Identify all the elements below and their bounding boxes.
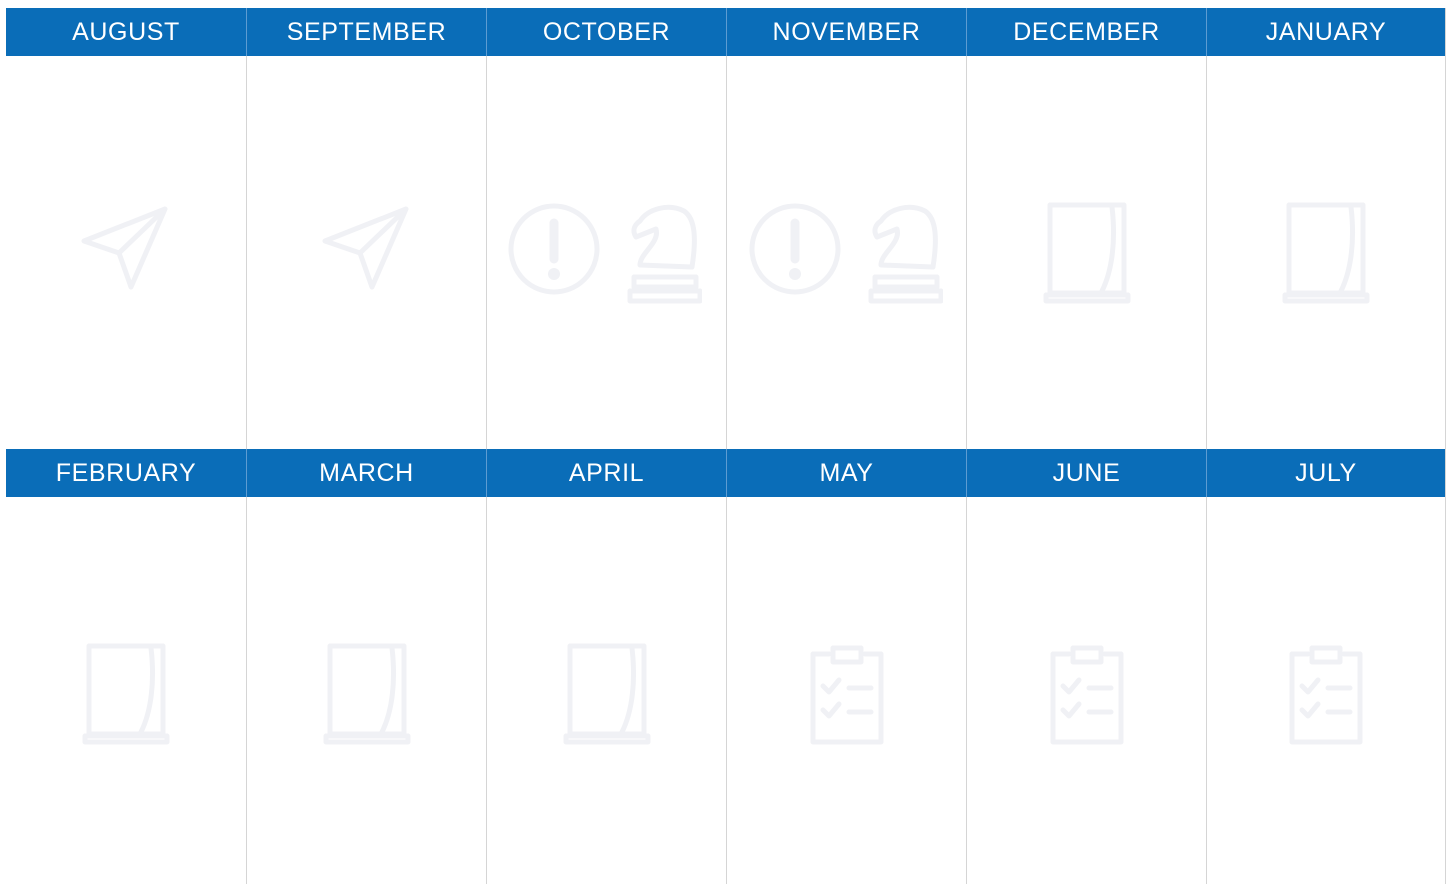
month-body[interactable] xyxy=(247,497,486,884)
calendar-grid: AUGUST SEPTEMBER OCTOBER NOVEMBER DECEMB… xyxy=(6,8,1446,884)
month-cell-may[interactable]: MAY xyxy=(726,449,966,884)
month-header: MARCH xyxy=(246,449,486,497)
curtain-window-icon xyxy=(1281,201,1371,305)
calendar-row-bottom: FEBRUARY MARCH APRIL MAY JUNE JULY xyxy=(6,449,1446,884)
clipboard-checklist-icon xyxy=(807,642,887,746)
month-body[interactable] xyxy=(487,56,726,449)
month-cell-august[interactable]: AUGUST xyxy=(6,8,246,449)
month-body[interactable] xyxy=(967,56,1206,449)
clipboard-checklist-icon xyxy=(1286,642,1366,746)
paper-plane-icon xyxy=(322,201,412,291)
month-cell-october[interactable]: OCTOBER xyxy=(486,8,726,449)
curtain-window-icon xyxy=(322,642,412,746)
month-header: AUGUST xyxy=(6,8,246,56)
month-body[interactable] xyxy=(1207,497,1445,884)
month-cell-july[interactable]: JULY xyxy=(1206,449,1446,884)
curtain-window-icon xyxy=(81,642,171,746)
month-header: JULY xyxy=(1206,449,1445,497)
month-cell-june[interactable]: JUNE xyxy=(966,449,1206,884)
chess-knight-icon xyxy=(867,201,943,305)
exclamation-circle-icon xyxy=(747,201,843,305)
month-body[interactable] xyxy=(967,497,1206,884)
month-cell-december[interactable]: DECEMBER xyxy=(966,8,1206,449)
month-header: JANUARY xyxy=(1206,8,1445,56)
month-body[interactable] xyxy=(6,56,246,449)
month-cell-january[interactable]: JANUARY xyxy=(1206,8,1446,449)
month-cell-april[interactable]: APRIL xyxy=(486,449,726,884)
month-header: NOVEMBER xyxy=(726,8,966,56)
month-header: OCTOBER xyxy=(486,8,726,56)
month-header: MAY xyxy=(726,449,966,497)
month-body[interactable] xyxy=(1207,56,1445,449)
month-body[interactable] xyxy=(487,497,726,884)
month-body[interactable] xyxy=(727,497,966,884)
month-header: SEPTEMBER xyxy=(246,8,486,56)
month-body[interactable] xyxy=(247,56,486,449)
month-cell-november[interactable]: NOVEMBER xyxy=(726,8,966,449)
exclamation-circle-icon xyxy=(506,201,602,305)
month-header: APRIL xyxy=(486,449,726,497)
paper-plane-icon xyxy=(81,201,171,291)
chess-knight-icon xyxy=(626,201,702,305)
month-header: DECEMBER xyxy=(966,8,1206,56)
curtain-window-icon xyxy=(1042,201,1132,305)
month-header: JUNE xyxy=(966,449,1206,497)
curtain-window-icon xyxy=(562,642,652,746)
month-body[interactable] xyxy=(6,497,246,884)
month-cell-september[interactable]: SEPTEMBER xyxy=(246,8,486,449)
month-cell-march[interactable]: MARCH xyxy=(246,449,486,884)
clipboard-checklist-icon xyxy=(1047,642,1127,746)
calendar-row-top: AUGUST SEPTEMBER OCTOBER NOVEMBER DECEMB… xyxy=(6,8,1446,449)
month-cell-february[interactable]: FEBRUARY xyxy=(6,449,246,884)
month-header: FEBRUARY xyxy=(6,449,246,497)
month-body[interactable] xyxy=(727,56,966,449)
